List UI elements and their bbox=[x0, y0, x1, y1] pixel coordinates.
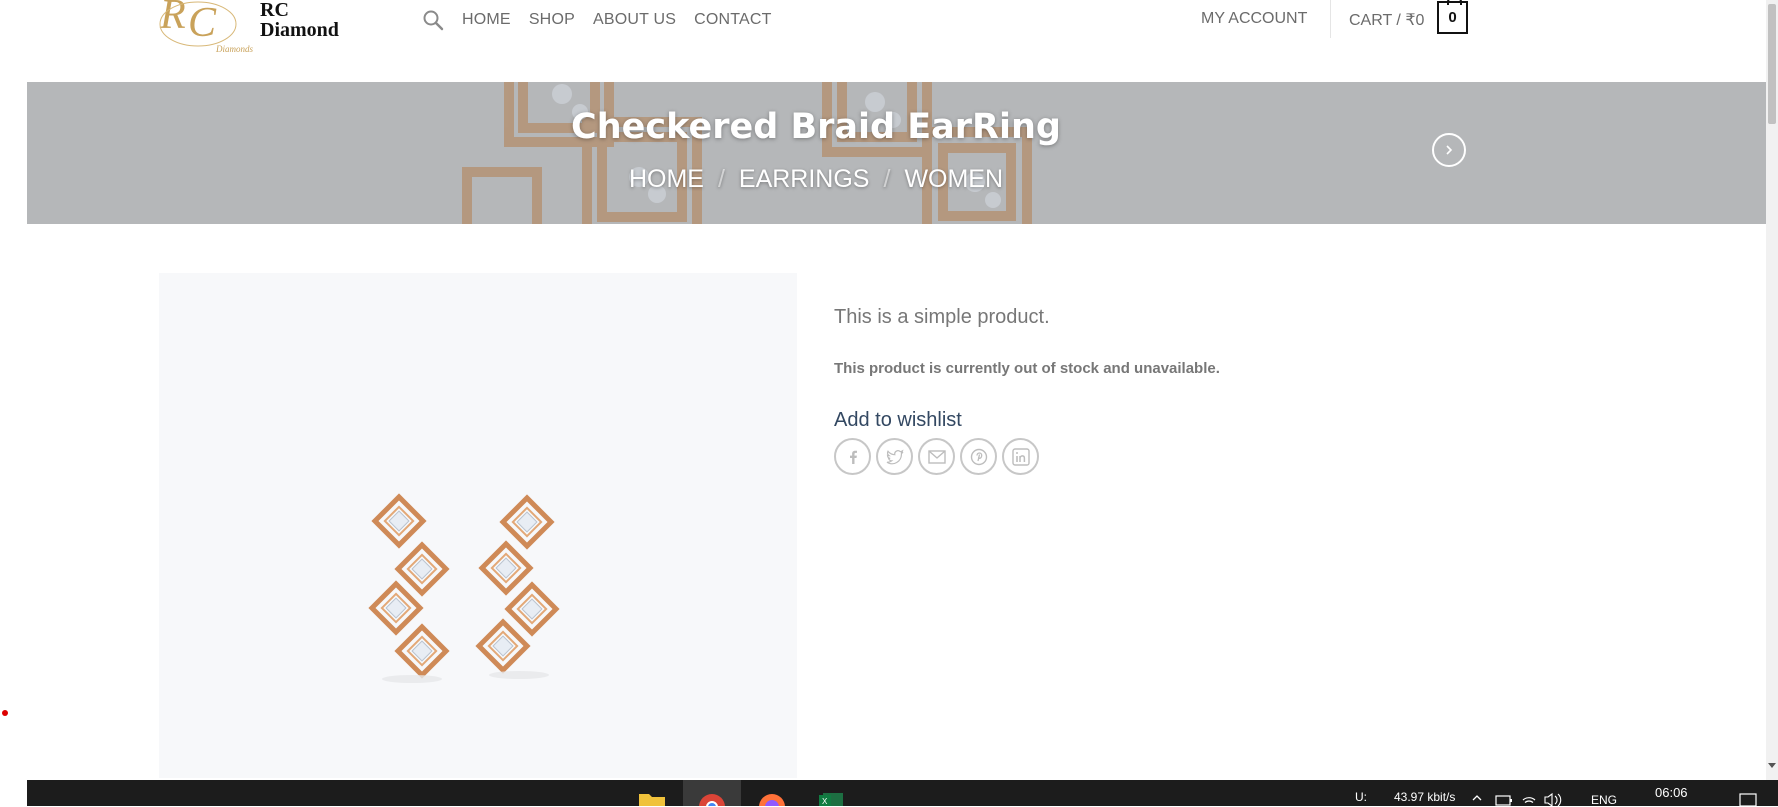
page-scrollbar[interactable] bbox=[1766, 0, 1778, 780]
breadcrumb-separator: / bbox=[883, 165, 891, 193]
twitter-icon bbox=[886, 449, 903, 464]
network-label: U: bbox=[1355, 790, 1367, 804]
main-nav: HOME SHOP ABOUT US CONTACT bbox=[422, 7, 790, 33]
battery-icon[interactable] bbox=[1495, 794, 1513, 806]
taskbar-chrome[interactable] bbox=[683, 780, 741, 806]
chevron-right-icon bbox=[1446, 145, 1453, 155]
taskbar-clock[interactable]: 06:06 bbox=[1655, 785, 1688, 800]
breadcrumb-separator: / bbox=[717, 165, 725, 193]
share-linkedin-button[interactable] bbox=[1002, 438, 1039, 475]
pinterest-icon bbox=[970, 448, 987, 465]
breadcrumb-earrings[interactable]: EARRINGS bbox=[739, 165, 870, 193]
excel-icon: X bbox=[819, 793, 843, 806]
nav-contact[interactable]: CONTACT bbox=[694, 11, 772, 29]
logo-line-1: RC bbox=[260, 0, 289, 21]
cart-link[interactable]: CART / ₹0 bbox=[1349, 10, 1424, 30]
wifi-icon[interactable] bbox=[1521, 792, 1537, 806]
notifications-icon[interactable] bbox=[1739, 792, 1757, 806]
header-divider bbox=[1330, 0, 1331, 38]
page-title: Checkered Braid EarRing bbox=[571, 107, 1061, 147]
taskbar-excel[interactable]: X bbox=[803, 780, 861, 806]
breadcrumb-home[interactable]: HOME bbox=[629, 165, 704, 193]
share-email-button[interactable] bbox=[918, 438, 955, 475]
add-to-wishlist-link[interactable]: Add to wishlist bbox=[834, 409, 962, 432]
svg-text:Diamonds: Diamonds bbox=[215, 44, 253, 54]
page-title-banner: Checkered Braid EarRing HOME / EARRINGS / WO… bbox=[27, 82, 1766, 224]
chrome-icon bbox=[699, 794, 725, 806]
breadcrumb: HOME / EARRINGS / WOMEN bbox=[27, 165, 1605, 194]
banner-earring-image bbox=[27, 82, 1766, 224]
linkedin-icon bbox=[1011, 447, 1030, 466]
taskbar-firefox[interactable] bbox=[743, 780, 801, 806]
cart-count-badge[interactable]: 0 bbox=[1437, 0, 1468, 34]
logo-wordmark[interactable]: RC Diamond bbox=[260, 0, 339, 40]
language-indicator[interactable]: ENG bbox=[1591, 793, 1617, 807]
svg-text:C: C bbox=[188, 0, 217, 46]
taskbar-file-explorer[interactable] bbox=[623, 780, 681, 806]
nav-home[interactable]: HOME bbox=[462, 11, 511, 29]
logo-line-2: Diamond bbox=[260, 19, 339, 41]
search-icon[interactable] bbox=[422, 9, 444, 31]
site-header: R C Diamonds RC Diamond HOME SHOP ABOUT … bbox=[0, 0, 1766, 82]
share-facebook-button[interactable] bbox=[834, 438, 871, 475]
share-icons bbox=[834, 438, 1039, 475]
chevron-up-icon[interactable] bbox=[1471, 792, 1483, 802]
product-short-description: This is a simple product. bbox=[834, 306, 1050, 328]
nav-about-us[interactable]: ABOUT US bbox=[593, 11, 676, 29]
svg-text:X: X bbox=[822, 797, 828, 806]
share-twitter-button[interactable] bbox=[876, 438, 913, 475]
breadcrumb-women[interactable]: WOMEN bbox=[904, 165, 1003, 193]
scrollbar-thumb[interactable] bbox=[1768, 4, 1776, 124]
firefox-icon bbox=[759, 794, 785, 806]
share-pinterest-button[interactable] bbox=[960, 438, 997, 475]
stock-status: This product is currently out of stock a… bbox=[834, 360, 1220, 377]
nav-shop[interactable]: SHOP bbox=[529, 11, 575, 29]
cart-count-value: 0 bbox=[1448, 9, 1457, 26]
os-taskbar: X U: 43.97 kbit/s ENG 06:06 bbox=[27, 780, 1778, 807]
next-product-button[interactable] bbox=[1432, 133, 1466, 167]
volume-icon[interactable] bbox=[1543, 792, 1563, 806]
email-icon bbox=[927, 449, 946, 464]
cursor-dot bbox=[2, 710, 8, 716]
product-image-gallery[interactable] bbox=[159, 273, 797, 778]
product-image bbox=[159, 273, 797, 683]
scroll-down-arrow-icon[interactable] bbox=[1768, 763, 1776, 768]
product-summary: This is a simple product. bbox=[834, 306, 1050, 329]
network-speed: 43.97 kbit/s bbox=[1394, 790, 1456, 804]
my-account-link[interactable]: MY ACCOUNT bbox=[1201, 10, 1307, 28]
folder-icon bbox=[639, 794, 665, 806]
facebook-icon bbox=[849, 450, 857, 464]
